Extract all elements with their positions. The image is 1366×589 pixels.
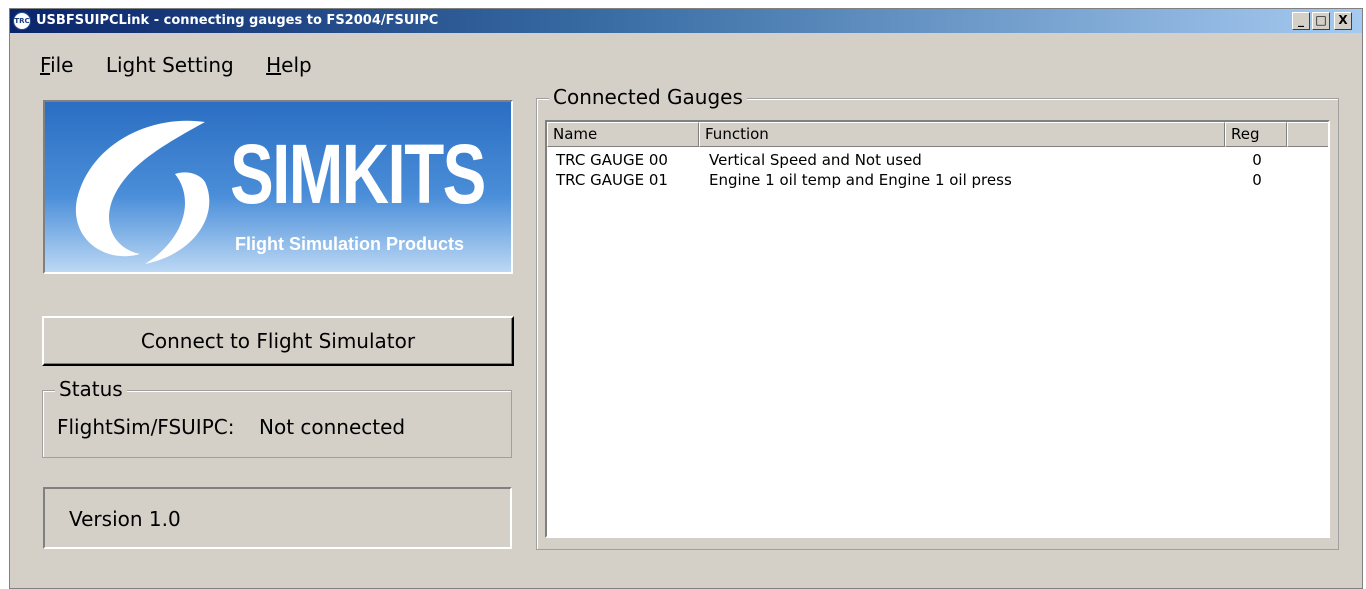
simkits-logo: SIMKITS Flight Simulation Products xyxy=(43,100,513,274)
logo-tagline: Flight Simulation Products xyxy=(235,234,464,254)
status-group-label: Status xyxy=(55,377,127,401)
row-function: Engine 1 oil temp and Engine 1 oil press xyxy=(709,171,1012,189)
close-button[interactable]: X xyxy=(1334,12,1352,30)
row-function: Vertical Speed and Not used xyxy=(709,151,922,169)
menu-light-setting[interactable]: Light Setting xyxy=(106,53,234,77)
table-row[interactable]: TRC GAUGE 00 Vertical Speed and Not used… xyxy=(547,151,1328,171)
app-icon[interactable]: TRC xyxy=(13,12,31,30)
app-window: TRC USBFSUIPCLink - connecting gauges to… xyxy=(9,8,1363,589)
column-header-function[interactable]: Function xyxy=(699,122,1225,147)
column-header-reg[interactable]: Reg xyxy=(1225,122,1287,147)
menu-help-rest: elp xyxy=(281,53,312,77)
version-text: Version 1.0 xyxy=(69,507,181,531)
window-title: USBFSUIPCLink - connecting gauges to FS2… xyxy=(36,13,439,28)
gauges-list[interactable]: Name Function Reg TRC GAUGE 00 Vertical … xyxy=(545,120,1330,538)
connect-button[interactable]: Connect to Flight Simulator xyxy=(42,316,514,366)
column-header-blank[interactable] xyxy=(1287,122,1328,147)
gauges-group-label: Connected Gauges xyxy=(549,85,747,109)
status-value: Not connected xyxy=(259,415,406,439)
menu-bar: File Light Setting Help xyxy=(40,53,338,79)
version-panel: Version 1.0 xyxy=(43,487,512,549)
menu-file-mnemonic: F xyxy=(40,53,51,77)
maximize-button[interactable]: □ xyxy=(1312,12,1330,30)
list-header: Name Function Reg xyxy=(547,122,1328,147)
menu-help-mnemonic: H xyxy=(266,53,282,77)
row-name: TRC GAUGE 00 xyxy=(556,151,668,169)
swoosh-logo-icon xyxy=(75,120,210,264)
minimize-button[interactable]: _ xyxy=(1292,12,1310,30)
menu-file-rest: ile xyxy=(50,53,74,77)
status-group: Status FlightSim/FSUIPC: Not connected xyxy=(42,377,512,458)
table-row[interactable]: TRC GAUGE 01 Engine 1 oil temp and Engin… xyxy=(547,171,1328,191)
title-bar[interactable]: TRC USBFSUIPCLink - connecting gauges to… xyxy=(10,9,1362,33)
row-reg: 0 xyxy=(1252,171,1262,189)
connected-gauges-group: Connected Gauges Name Function Reg TRC G… xyxy=(536,85,1339,550)
menu-file[interactable]: File xyxy=(40,53,73,77)
menu-help[interactable]: Help xyxy=(266,53,312,77)
logo-brand-text: SIMKITS xyxy=(230,127,486,221)
row-name: TRC GAUGE 01 xyxy=(556,171,668,189)
row-reg: 0 xyxy=(1252,151,1262,169)
column-header-name[interactable]: Name xyxy=(547,122,699,147)
status-key: FlightSim/FSUIPC: xyxy=(57,415,235,439)
